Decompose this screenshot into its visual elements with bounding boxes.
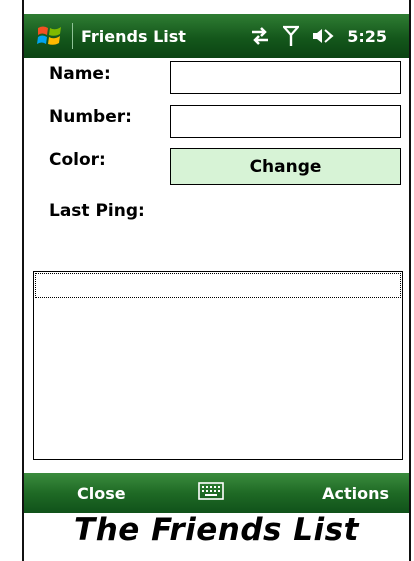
app-title: Friends List <box>81 26 186 46</box>
windows-start-icon[interactable] <box>36 22 64 50</box>
clock: 5:25 <box>347 26 387 46</box>
speaker-icon <box>313 29 334 43</box>
title-bar: Friends List 5:25 <box>24 14 409 58</box>
keyboard-icon[interactable] <box>198 482 224 500</box>
actions-softkey[interactable]: Actions <box>322 484 389 503</box>
friends-listbox[interactable] <box>33 271 403 460</box>
figure-caption: The Friends List <box>74 512 359 548</box>
color-label: Color: <box>49 150 106 170</box>
list-item[interactable] <box>35 273 401 298</box>
change-color-button[interactable]: Change <box>170 148 401 185</box>
signal-icon <box>283 25 300 46</box>
name-field[interactable] <box>170 61 401 94</box>
name-label: Name: <box>49 64 111 84</box>
last-ping-label: Last Ping: <box>49 201 145 221</box>
status-icons: 5:25 <box>249 14 387 58</box>
title-separator <box>72 23 73 49</box>
number-label: Number: <box>49 107 132 127</box>
number-field[interactable] <box>170 105 401 138</box>
close-softkey[interactable]: Close <box>77 484 126 503</box>
device-screen: Friends List 5:25 Name: Number: Color: C… <box>22 0 411 561</box>
softkey-bar: Close Actions <box>24 473 409 513</box>
data-connection-icon <box>252 27 269 45</box>
